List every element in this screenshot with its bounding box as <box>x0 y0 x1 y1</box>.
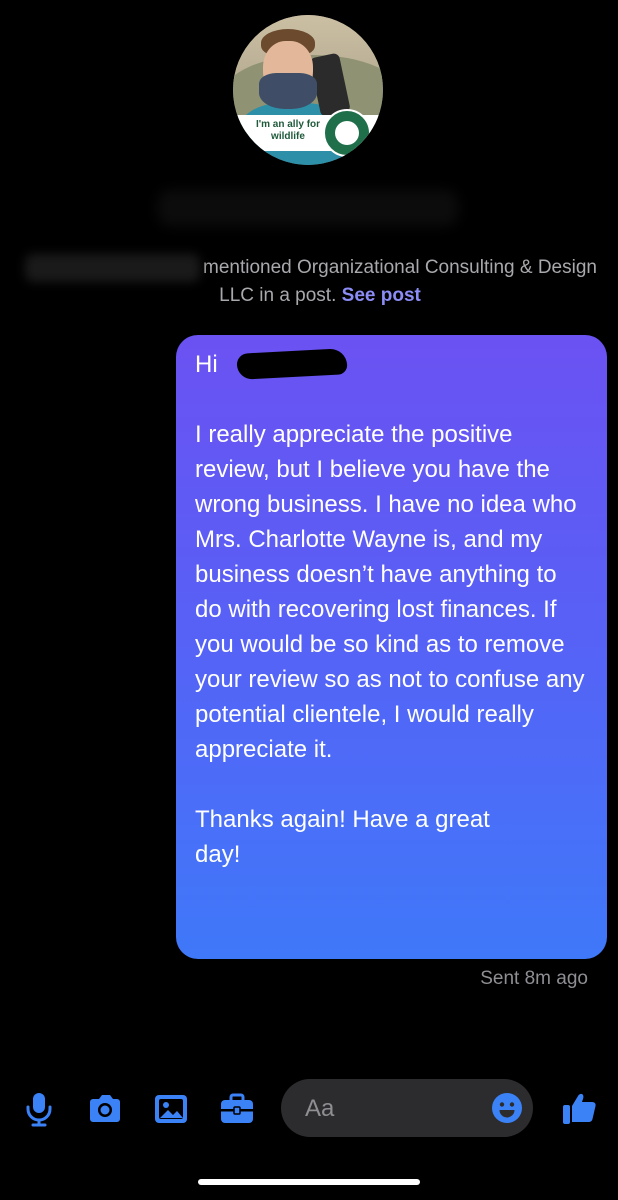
message-paragraph: Thanks again! Have a great day! <box>195 806 490 868</box>
see-post-link[interactable]: See post <box>342 285 421 306</box>
mentioner-name-redacted <box>25 254 200 282</box>
message-status: Sent 8m ago <box>480 968 588 989</box>
message-greeting: Hi! <box>195 347 589 382</box>
camera-icon[interactable] <box>86 1090 124 1128</box>
image-icon[interactable] <box>152 1090 190 1128</box>
message-composer[interactable] <box>281 1079 533 1137</box>
avatar-face-mask <box>259 73 317 109</box>
wildlife-alliance-seal-icon <box>323 109 371 157</box>
contact-name-redacted <box>158 190 458 226</box>
avatar-banner-text: I'm an ally for wildlife <box>255 119 321 142</box>
emoji-icon[interactable] <box>491 1092 523 1124</box>
home-indicator[interactable] <box>198 1179 420 1185</box>
briefcase-icon[interactable] <box>218 1090 256 1128</box>
sent-message-bubble[interactable]: Hi! I really appreciate the positive rev… <box>176 335 607 959</box>
microphone-icon[interactable] <box>20 1090 58 1128</box>
profile-avatar[interactable]: I'm an ally for wildlife <box>233 15 383 165</box>
message-input[interactable] <box>303 1091 477 1127</box>
message-paragraph: I really appreciate the positive review,… <box>195 421 585 763</box>
redaction-scribble <box>236 348 348 380</box>
thumbs-up-icon[interactable] <box>560 1088 598 1126</box>
greeting-word: Hi <box>195 351 218 378</box>
